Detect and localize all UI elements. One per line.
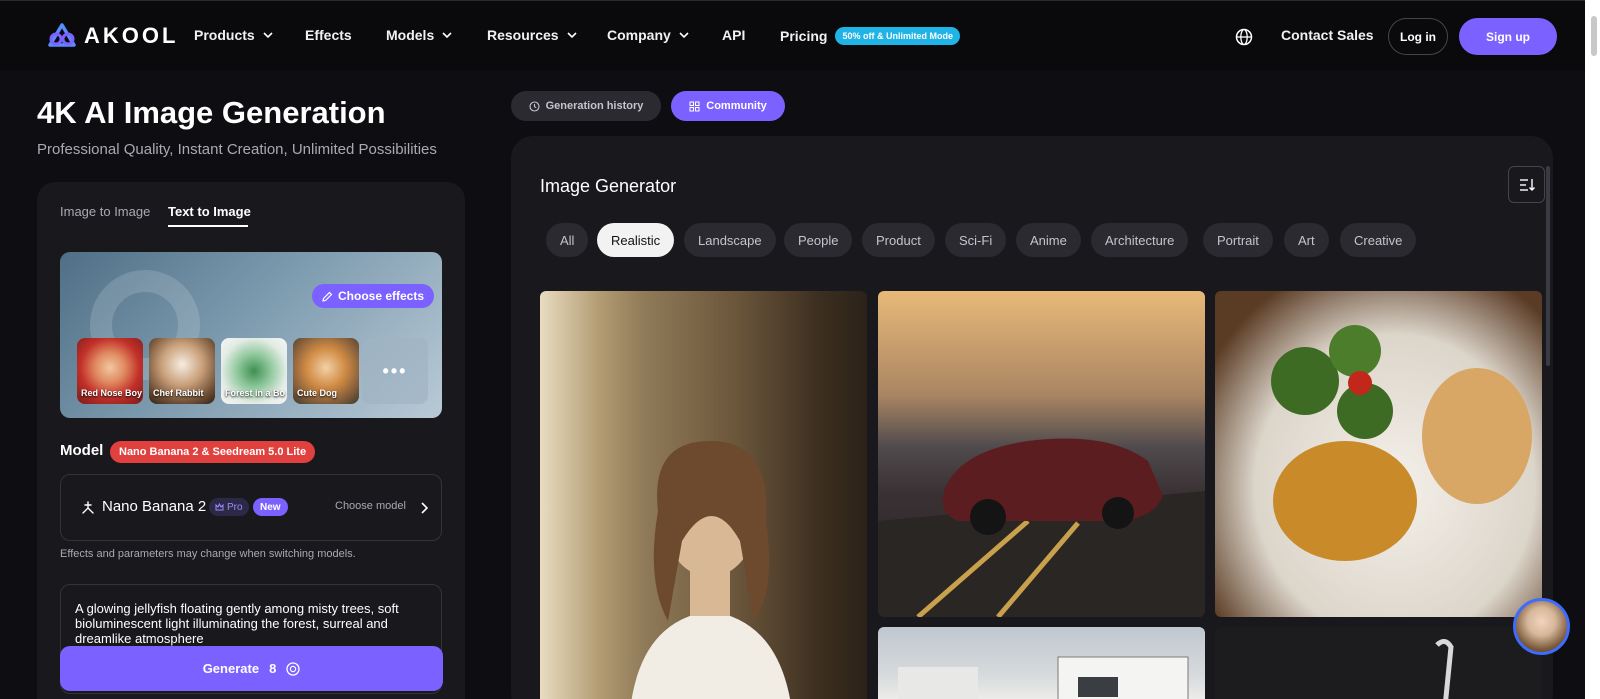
nav-products-label: Products <box>194 27 255 43</box>
nav-company-label: Company <box>607 27 671 43</box>
nav-effects[interactable]: Effects <box>305 27 352 43</box>
nav-models[interactable]: Models <box>386 27 452 43</box>
effect-preset-label: Cute Dog <box>297 388 337 398</box>
generate-button[interactable]: Generate 8 <box>60 646 443 691</box>
gallery-title: Image Generator <box>540 176 677 196</box>
sort-icon <box>1519 178 1535 191</box>
nav-models-label: Models <box>386 27 435 43</box>
nav-resources[interactable]: Resources <box>487 27 577 43</box>
globe-icon[interactable] <box>1235 28 1253 46</box>
prompt-text[interactable]: A glowing jellyfish floating gently amon… <box>75 601 425 646</box>
generation-history-label: Generation history <box>545 100 644 112</box>
effect-preset-label: Chef Rabbit <box>153 388 204 398</box>
nav-company[interactable]: Company <box>607 27 689 43</box>
active-tab-indicator <box>168 225 248 227</box>
effect-preset-cute-dog[interactable]: Cute Dog <box>293 338 359 404</box>
pro-badge-label: Pro <box>227 501 243 513</box>
nav-pricing-label: Pricing <box>780 28 828 44</box>
page-scrollbar-thumb[interactable] <box>1591 16 1597 56</box>
effect-preset-label: Red Nose Boy <box>81 388 143 398</box>
category-chip-product[interactable]: Product <box>862 223 935 257</box>
community-button[interactable]: Community <box>671 91 785 121</box>
woman-illustration <box>631 441 791 699</box>
effect-preset-forest-in-a-bottle[interactable]: Forest in a Bo <box>221 338 287 404</box>
nav-pricing[interactable]: Pricing 50% off & Unlimited Mode <box>780 27 960 45</box>
category-chip-anime[interactable]: Anime <box>1016 223 1081 257</box>
nav-effects-label: Effects <box>305 27 352 43</box>
chevron-right-icon[interactable] <box>420 502 428 514</box>
nav-api[interactable]: API <box>722 27 745 43</box>
akool-logo[interactable]: AKOOL <box>48 23 178 49</box>
login-button[interactable]: Log in <box>1388 18 1448 55</box>
nav-api-label: API <box>722 27 746 43</box>
effect-preset-chef-rabbit[interactable]: Chef Rabbit <box>149 338 215 404</box>
chevron-down-icon <box>263 32 273 39</box>
top-navbar: AKOOL Products Effects Models Resources … <box>0 0 1600 70</box>
selected-model-name: Nano Banana 2 <box>102 498 207 515</box>
generation-history-button[interactable]: Generation history <box>511 91 661 121</box>
credit-coin-icon <box>286 661 300 676</box>
gallery-image-sports-car[interactable] <box>878 291 1205 617</box>
choose-effects-button[interactable]: Choose effects <box>312 284 435 308</box>
car-illustration <box>878 438 1205 617</box>
gallery-image-dark-product[interactable] <box>1215 627 1542 699</box>
chevron-down-icon <box>442 32 452 39</box>
grid-icon <box>689 101 700 111</box>
effect-preset-label: Forest in a Bo <box>225 388 286 398</box>
category-chip-people[interactable]: People <box>784 223 853 257</box>
category-chip-creative[interactable]: Creative <box>1340 223 1417 257</box>
model-switch-note: Effects and parameters may change when s… <box>60 548 356 560</box>
category-chip-realistic[interactable]: Realistic <box>597 223 675 257</box>
gallery-image-food-plate[interactable] <box>1215 291 1542 617</box>
food-illustration <box>1271 325 1532 561</box>
choose-effects-label: Choose effects <box>338 289 425 303</box>
pencil-icon <box>322 291 333 302</box>
category-chip-landscape[interactable]: Landscape <box>684 223 776 257</box>
contact-sales-link[interactable]: Contact Sales <box>1281 27 1374 43</box>
chevron-down-icon <box>567 32 577 39</box>
tab-image-to-image[interactable]: Image to Image <box>60 204 150 219</box>
model-section-label: Model <box>60 442 104 459</box>
logo-text: AKOOL <box>84 23 179 48</box>
sort-button[interactable] <box>1508 166 1545 203</box>
community-label: Community <box>706 100 767 112</box>
gallery-image-modern-house[interactable] <box>878 627 1205 699</box>
tab-text-to-image[interactable]: Text to Image <box>168 204 251 219</box>
pricing-promo-badge: 50% off & Unlimited Mode <box>835 27 960 45</box>
generate-cost: 8 <box>269 661 277 676</box>
page-scrollbar[interactable] <box>1585 0 1600 699</box>
support-assistant-avatar[interactable] <box>1513 598 1570 655</box>
pro-badge: Pro <box>209 498 249 516</box>
product-illustration <box>1435 639 1454 699</box>
choose-model-link[interactable]: Choose model <box>335 500 406 512</box>
category-chip-all[interactable]: All <box>546 223 589 257</box>
model-promo-badge: Nano Banana 2 & Seedream 5.0 Lite <box>110 441 316 463</box>
category-chip-architecture[interactable]: Architecture <box>1091 223 1189 257</box>
category-chip-portrait[interactable]: Portrait <box>1203 223 1273 257</box>
crown-icon <box>215 503 224 511</box>
house-illustration <box>898 656 1189 699</box>
signup-button[interactable]: Sign up <box>1459 18 1557 55</box>
nav-resources-label: Resources <box>487 27 559 43</box>
new-badge: New <box>253 498 288 516</box>
effect-preset-red-nose-boy[interactable]: Red Nose Boy <box>77 338 143 404</box>
akool-logo-icon <box>48 23 76 47</box>
clock-icon <box>529 100 540 112</box>
gallery-scrollbar[interactable] <box>1546 166 1550 366</box>
generate-label: Generate <box>202 661 260 676</box>
model-logo-icon <box>82 501 94 514</box>
page-subtitle: Professional Quality, Instant Creation, … <box>37 141 437 158</box>
category-chip-sci-fi[interactable]: Sci-Fi <box>945 223 1007 257</box>
more-effects-button[interactable]: ••• <box>362 338 428 404</box>
category-chip-art[interactable]: Art <box>1284 223 1329 257</box>
page-title: 4K AI Image Generation <box>37 95 386 130</box>
gallery-image-woman-by-window[interactable] <box>540 291 867 699</box>
chevron-down-icon <box>679 32 689 39</box>
nav-products[interactable]: Products <box>194 27 273 43</box>
